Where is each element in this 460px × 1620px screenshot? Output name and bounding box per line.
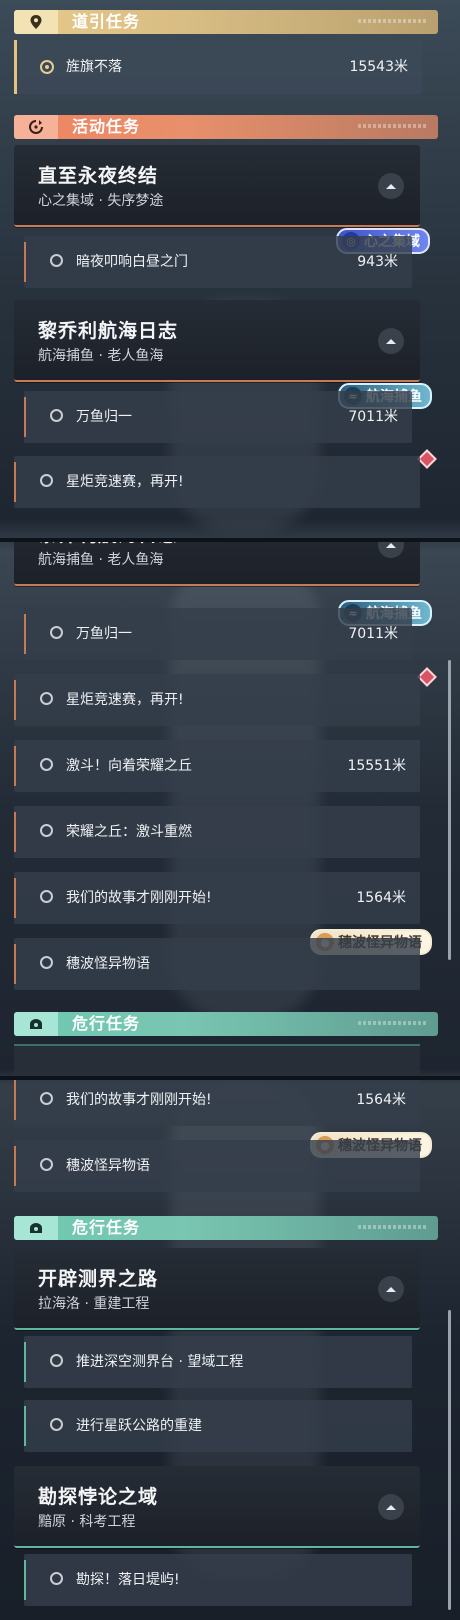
chevron-up-icon[interactable] [378,328,404,354]
quest-group-eternal-night[interactable]: 直至永夜终结 心之集域 · 失序梦途 [14,145,420,227]
quest-distance: 1564米 [356,1092,406,1108]
circle-icon [40,1092,53,1105]
quest-row[interactable]: 荣耀之丘：激斗重燃 [14,806,420,858]
category-danger-label: 危行任务 [72,1218,141,1237]
circle-icon [40,890,53,903]
quest-row[interactable]: 我们的故事才刚刚开始! 1564米 [14,1080,420,1126]
circle-icon [40,956,53,969]
circle-icon [40,474,53,487]
quest-row[interactable]: 星炬竞速赛，再开! [14,456,420,508]
circle-icon [50,1418,63,1431]
category-danger-label: 危行任务 [72,1014,141,1033]
quest-title: 穗波怪异物语 [66,956,150,972]
chevron-up-icon[interactable] [378,542,404,558]
quest-distance: 15551米 [347,758,406,774]
quest-title: 推进深空测界台 · 望域工程 [76,1354,244,1370]
quest-title: 万鱼归一 [76,626,132,642]
quest-title: 我们的故事才刚刚开始! [66,1092,212,1108]
category-danger-header[interactable]: 危行任务 [14,1012,438,1036]
quest-title: 暗夜叩响白昼之门 [76,254,188,270]
quest-title: 旌旗不落 [66,59,122,75]
group-title: 勘探悖论之域 [38,1486,159,1508]
quest-row[interactable]: 穗波怪异物语 [14,938,420,990]
quest-row[interactable]: 激斗！向着荣耀之丘 15551米 [14,740,420,792]
group-title: 开辟测界之路 [38,1268,159,1290]
panel-section-1: 道引任务 旌旗不落 15543米 活动任务 直至永夜终结 心之集域 · 失序梦途… [0,0,460,540]
quest-row[interactable]: 万鱼归一 7011米 [24,391,412,443]
quest-title: 穗波怪异物语 [66,1158,150,1174]
quest-row[interactable]: 推进深空测界台 · 望域工程 [24,1336,412,1388]
guide-quest-row[interactable]: 旌旗不落 15543米 [14,40,422,94]
quest-row[interactable]: 暗夜叩响白昼之门 943米 [24,236,412,288]
group-title: 直至永夜终结 [38,165,159,187]
activity-refresh-icon [14,115,58,139]
quest-row[interactable]: 我们的故事才刚刚开始! 1564米 [14,872,420,924]
chevron-up-icon[interactable] [378,173,404,199]
circle-icon [50,254,63,267]
tracking-dot-icon [40,60,54,74]
quest-title: 万鱼归一 [76,409,132,425]
circle-icon [50,409,63,422]
circle-icon [40,758,53,771]
group-title: 黎乔利航海日志 [38,542,178,547]
quest-row[interactable]: 万鱼归一 7011米 [24,608,412,660]
map-pin-icon [14,10,58,34]
quest-title: 星炬竞速赛，再开! [66,474,184,490]
quest-title: 进行星跃公路的重建 [76,1418,202,1434]
circle-icon [40,1158,53,1171]
quest-group-fishing-log[interactable]: 黎乔利航海日志 航海捕鱼 · 老人鱼海 [14,300,420,382]
quest-title: 勘探！落日堤屿! [76,1572,180,1588]
group-subtitle: 黯原 · 科考工程 [38,1514,136,1530]
scrollbar[interactable] [448,660,451,960]
category-guide-header[interactable]: 道引任务 [14,10,438,34]
quest-title: 星炬竞速赛，再开! [66,692,184,708]
danger-helm-icon [14,1012,58,1036]
circle-icon [50,1572,63,1585]
circle-icon [40,824,53,837]
chevron-up-icon[interactable] [378,1494,404,1520]
quest-title: 激斗！向着荣耀之丘 [66,758,192,774]
group-title: 黎乔利航海日志 [38,320,179,342]
group-subtitle: 航海捕鱼 · 老人鱼海 [38,348,164,364]
quest-title: 我们的故事才刚刚开始! [66,890,212,906]
quest-row[interactable]: 星炬竞速赛，再开! [14,674,420,726]
circle-icon [40,692,53,705]
scrollbar[interactable] [448,1310,451,1610]
quest-group-paradox-domain[interactable]: 勘探悖论之域 黯原 · 科考工程 [14,1466,420,1548]
quest-distance: 943米 [357,254,398,270]
quest-title: 荣耀之丘：激斗重燃 [66,824,192,840]
red-diamond-icon [417,667,437,687]
panel-section-2: 黎乔利航海日志 航海捕鱼 · 老人鱼海 ≈ 航海捕鱼 万鱼归一 7011米 星炬… [0,542,460,1076]
quest-row[interactable]: 勘探！落日堤屿! [24,1554,412,1606]
panel-section-3: 我们的故事才刚刚开始! 1564米 ● 穗波怪异物语 穗波怪异物语 危行任务 开… [0,1080,460,1620]
group-subtitle: 航海捕鱼 · 老人鱼海 [38,552,164,568]
category-activity-header[interactable]: 活动任务 [14,115,438,139]
chevron-up-icon[interactable] [378,1276,404,1302]
category-activity-label: 活动任务 [72,117,141,136]
quest-distance: 15543米 [349,59,408,75]
quest-row[interactable]: 穗波怪异物语 [14,1140,420,1192]
quest-distance: 7011米 [348,409,398,425]
quest-row[interactable]: 进行星跃公路的重建 [24,1400,412,1452]
group-subtitle: 拉海洛 · 重建工程 [38,1296,150,1312]
category-danger-header[interactable]: 危行任务 [14,1216,438,1240]
quest-distance: 1564米 [356,890,406,906]
quest-group-survey-road[interactable]: 开辟测界之路 拉海洛 · 重建工程 [14,1248,420,1330]
quest-distance: 7011米 [348,626,398,642]
circle-icon [50,626,63,639]
red-diamond-icon [417,449,437,469]
danger-helm-icon [14,1216,58,1240]
group-subtitle: 心之集域 · 失序梦途 [38,193,164,209]
category-guide-label: 道引任务 [72,12,141,31]
quest-group-fishing-log[interactable]: 黎乔利航海日志 航海捕鱼 · 老人鱼海 [14,542,420,586]
circle-icon [50,1354,63,1367]
